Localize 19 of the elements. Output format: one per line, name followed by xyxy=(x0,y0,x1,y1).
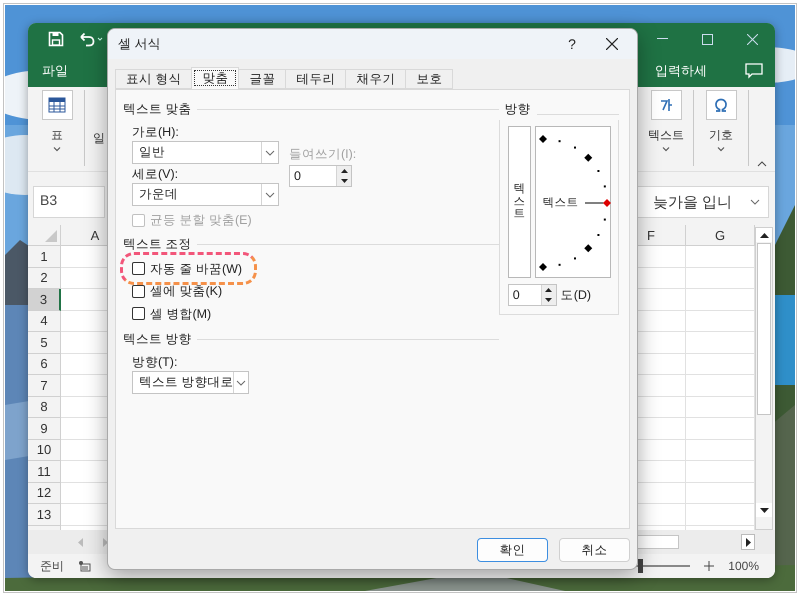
status-text: 준비 xyxy=(40,558,64,574)
field-label: 세로(V): xyxy=(132,166,178,183)
dialog-title: 셀 서식 xyxy=(118,35,161,53)
field-label: 들여쓰기(I): xyxy=(289,146,356,163)
field-label: 가로(H): xyxy=(132,124,180,141)
checkbox-label: 셀 병합(M) xyxy=(150,306,212,323)
field-label: 도(D) xyxy=(560,287,592,304)
checkbox-label: 자동 줄 바꿈(W) xyxy=(150,260,242,278)
dial-text: 텍스트 xyxy=(542,196,579,210)
checkbox-label: 셀에 맞춤(K) xyxy=(150,283,222,300)
section-title: 방향 xyxy=(504,100,531,118)
ribbon-label: 기호 xyxy=(709,127,733,144)
section-title: 텍스트 방향 xyxy=(123,330,192,348)
field-label: 방향(T): xyxy=(132,354,178,371)
checkbox-label: 균등 분할 맞춤(E) xyxy=(150,212,252,230)
ribbon-label: 표 xyxy=(51,127,63,144)
section-title: 텍스트 맞춤 xyxy=(123,100,192,118)
ribbon-label: 일 xyxy=(93,130,105,147)
ribbon-label: 텍스트 xyxy=(648,127,684,144)
